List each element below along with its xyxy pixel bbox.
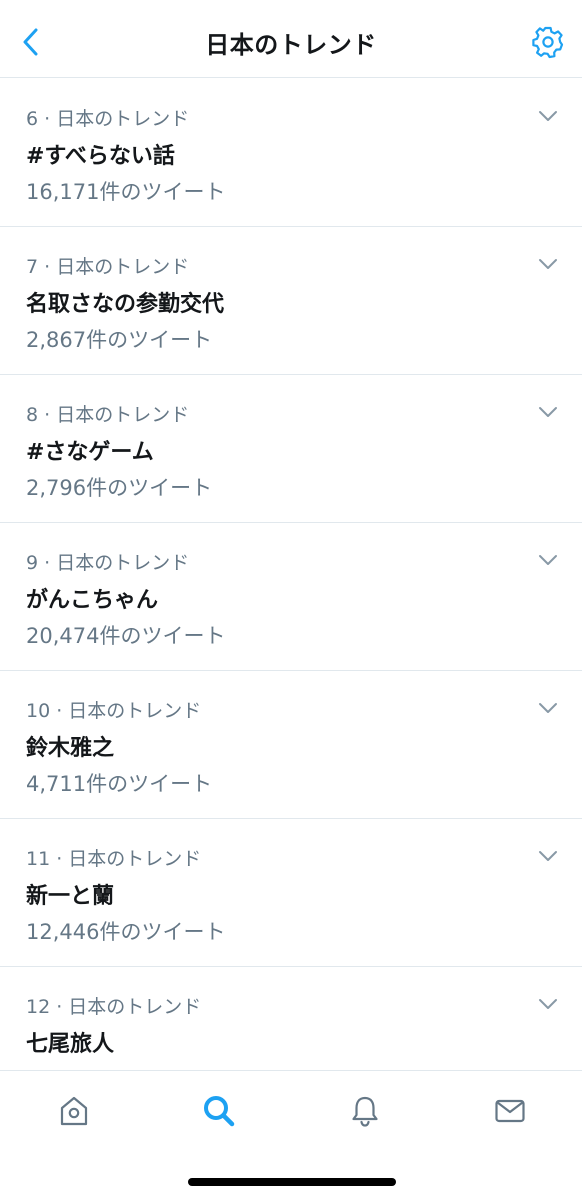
tab-home[interactable] (52, 1089, 96, 1133)
messages-envelope-icon (495, 1099, 525, 1123)
trend-item[interactable]: 10 · 日本のトレンド 鈴木雅之 4,711件のツイート (0, 671, 582, 819)
trend-tweet-count: 2,867件のツイート (26, 328, 213, 352)
trend-rank-label: 8 · 日本のトレンド (26, 404, 190, 426)
trend-tweet-count: 16,171件のツイート (26, 180, 226, 204)
trend-item[interactable]: 9 · 日本のトレンド がんこちゃん 20,474件のツイート (0, 523, 582, 671)
trend-tweet-count: 20,474件のツイート (26, 624, 226, 648)
tab-search[interactable] (197, 1089, 241, 1133)
trend-rank-label: 9 · 日本のトレンド (26, 552, 190, 574)
trend-name: 名取さなの参勤交代 (26, 292, 225, 317)
settings-button[interactable] (528, 22, 568, 62)
tab-notifications[interactable] (343, 1089, 387, 1133)
trend-name: がんこちゃん (26, 588, 159, 613)
trend-tweet-count: 12,446件のツイート (26, 920, 226, 944)
notifications-bell-icon (352, 1096, 378, 1127)
trend-item[interactable]: 11 · 日本のトレンド 新一と蘭 12,446件のツイート (0, 819, 582, 967)
chevron-down-icon[interactable] (538, 701, 558, 715)
tab-messages[interactable] (488, 1089, 532, 1133)
chevron-down-icon[interactable] (538, 553, 558, 567)
trend-name: #すべらない話 (26, 144, 175, 169)
trend-name: 新一と蘭 (26, 884, 115, 909)
trend-rank-label: 7 · 日本のトレンド (26, 256, 190, 278)
trend-rank-label: 6 · 日本のトレンド (26, 108, 190, 130)
page-title: 日本のトレンド (205, 31, 377, 59)
top-nav-bar: 日本のトレンド (0, 0, 582, 78)
chevron-down-icon[interactable] (538, 405, 558, 419)
trend-tweet-count: 2,796件のツイート (26, 476, 213, 500)
trend-tweet-count: 4,711件のツイート (26, 772, 213, 796)
trend-rank-label: 10 · 日本のトレンド (26, 700, 202, 722)
chevron-down-icon[interactable] (538, 257, 558, 271)
trend-item[interactable]: 7 · 日本のトレンド 名取さなの参勤交代 2,867件のツイート (0, 227, 582, 375)
chevron-down-icon[interactable] (538, 997, 558, 1011)
trend-item[interactable]: 8 · 日本のトレンド #さなゲーム 2,796件のツイート (0, 375, 582, 523)
chevron-down-icon[interactable] (538, 849, 558, 863)
trend-rank-label: 12 · 日本のトレンド (26, 996, 202, 1018)
home-icon (60, 1096, 88, 1126)
trend-rank-label: 11 · 日本のトレンド (26, 848, 202, 870)
trend-name: #さなゲーム (26, 440, 154, 465)
gear-icon (532, 26, 564, 59)
search-icon (204, 1096, 235, 1127)
trend-item[interactable]: 6 · 日本のトレンド #すべらない話 16,171件のツイート (0, 79, 582, 227)
trends-list: 6 · 日本のトレンド #すべらない話 16,171件のツイート 7 · 日本の… (0, 79, 582, 1115)
chevron-down-icon[interactable] (538, 109, 558, 123)
home-indicator[interactable] (188, 1178, 396, 1186)
trend-name: 七尾旅人 (26, 1032, 115, 1057)
trend-name: 鈴木雅之 (26, 736, 115, 761)
